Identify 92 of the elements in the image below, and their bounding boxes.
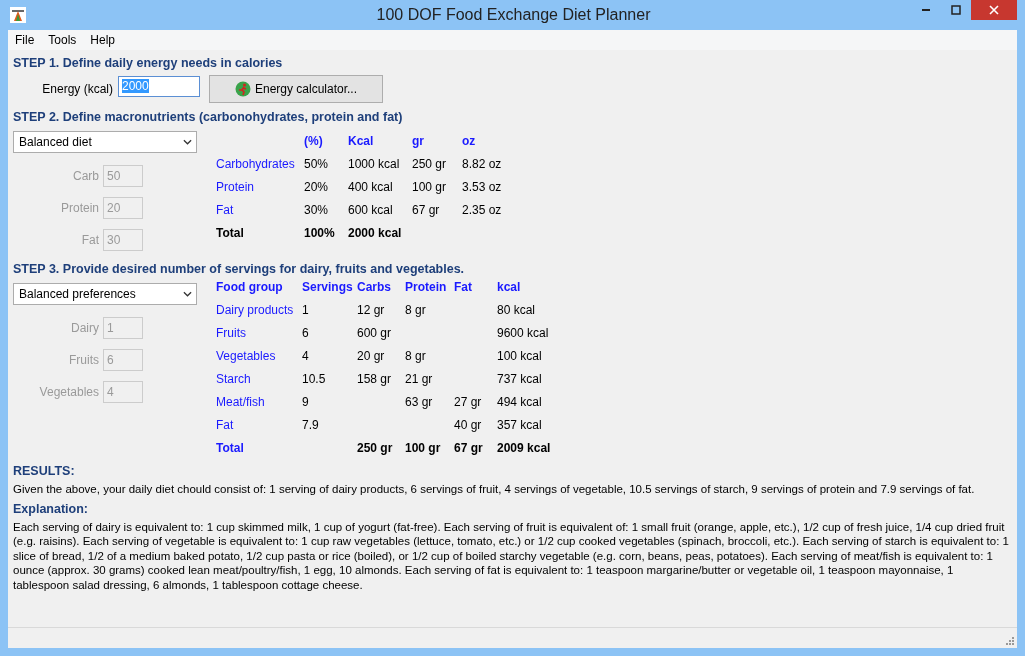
table-cell-text: Total: [216, 440, 245, 455]
menu-item[interactable]: File: [8, 33, 42, 47]
table-cell-text: 100 kcal: [497, 348, 543, 363]
column-header: oz: [462, 133, 477, 148]
column-header: gr: [412, 133, 425, 148]
chevron-down-icon: [183, 291, 192, 297]
table-cell-text: 40 gr: [454, 417, 483, 432]
field-label: Protein: [59, 201, 99, 215]
table-cell-text: Fat: [216, 417, 235, 432]
close-button[interactable]: [971, 0, 1017, 20]
close-icon: [989, 5, 999, 15]
maximize-icon: [951, 5, 961, 15]
column-header: Servings: [302, 279, 354, 294]
table-cell-text: 1: [302, 302, 310, 317]
table-cell-text: Fruits: [216, 325, 247, 340]
window-title: 100 DOF Food Exchange Diet Planner: [376, 6, 651, 24]
preferences-dropdown[interactable]: Balanced preferences: [13, 283, 197, 305]
table-cell-text: 400 kcal: [348, 179, 394, 194]
energy-calculator-button[interactable]: Energy calculator...: [209, 75, 383, 103]
column-header: kcal: [497, 279, 522, 294]
energy-input-field[interactable]: 2000: [118, 75, 200, 97]
table-cell-text: 4: [302, 348, 310, 363]
table-cell-text: 158 gr: [357, 371, 393, 386]
table-cell-text: 63 gr: [405, 394, 434, 409]
resize-grip-icon[interactable]: [1004, 635, 1014, 645]
table-cell-text: 100 gr: [405, 440, 442, 455]
column-header: Kcal: [348, 133, 375, 148]
chevron-down-icon: [183, 139, 192, 145]
menu-item[interactable]: Help: [83, 33, 123, 47]
table-cell-text: 8 gr: [405, 302, 427, 317]
column-header: (%): [304, 133, 324, 148]
table-cell-text: Protein: [216, 179, 256, 194]
section-heading: STEP 2. Define macronutrients (carbonohydrates, protein and fat): [13, 109, 404, 125]
table-cell-text: 1000 kcal: [348, 156, 401, 171]
table-cell-text: 7.9: [302, 417, 320, 432]
diet-dropdown[interactable]: Balanced diet: [13, 131, 197, 153]
table-cell-text: 10.5: [302, 371, 327, 386]
table-cell-text: 2000 kcal: [348, 225, 403, 240]
results-text: Given the above, your daily diet chould consist of: 1 serving of dairy products, 6 servings of fruit, 4 servings of vegetable, 10.5 servings of starch, 9 servings of protein and 7.9 servings of fat.: [13, 482, 976, 497]
table-cell-text: 27 gr: [454, 394, 483, 409]
table-cell-text: 67 gr: [412, 202, 441, 217]
table-cell-text: 2009 kcal: [497, 440, 552, 455]
field-label: Carb: [72, 169, 99, 183]
explanation-text: Each serving of dairy is equivalent to: 1 cup skimmed milk, 1 cup of yogurt (fat-free). Each serving of fruit is equivalent of: 1 small fruit (orange, apple, etc.), 1/2 cup of fresh juice, 1/4 cup dried fruit (e.g. raisins). Each serving of vegetable is equivalent to: 1 cup raw vegetables (lettuce, tomato, etc.) or 1/2 cup cooked vegetables (spinach, broccoli, etc.). Each serving of starch is equivalent to: 1 slice of bread, 1/2 of a medium baked potato, 1/2 cup pasta or rice (boiled), or 1/2 cup of boiled starchy vegetable (e.g. corn, beans, peas, potatoes). Each serving of meat/fish is equivalent to: 1 ounce (approx. 30 grams) cooked lean meat/poultry/fish, 1 egg, 10 almonds. Each serving of fat is equivalent to: 1 teaspoon margarine/butter or vegetable oil, 1 teaspoon mayonnaise, 1 tablespoon salad dressing, 6 almonds, 1 tablespoon cottage cheese.: [13, 519, 1010, 592]
table-cell-text: Fat: [216, 202, 235, 217]
table-cell-text: Dairy products: [216, 302, 295, 317]
table-cell-text: 494 kcal: [497, 394, 543, 409]
field-label: Fat: [80, 233, 99, 247]
field-label: Fruits: [68, 353, 99, 367]
table-cell-text: 250 gr: [357, 440, 394, 455]
app-icon: [10, 7, 26, 23]
column-header: Fat: [454, 279, 473, 294]
table-cell-text: 6: [302, 325, 310, 340]
table-cell-text: 357 kcal: [497, 417, 543, 432]
section-heading: RESULTS:: [13, 463, 76, 479]
table-cell-text: 600 kcal: [348, 202, 394, 217]
field-label: Vegetables: [38, 385, 99, 399]
table-cell-text: 600 gr: [357, 325, 393, 340]
table-cell-text: 21 gr: [405, 371, 434, 386]
table-cell-text: 737 kcal: [497, 371, 543, 386]
table-cell-text: 9: [302, 394, 310, 409]
table-cell-text: Vegetables: [216, 348, 277, 363]
table-cell-text: Starch: [216, 371, 252, 386]
menu-item[interactable]: Tools: [41, 33, 84, 47]
table-cell-text: 9600 kcal: [497, 325, 550, 340]
table-cell-text: 20 gr: [357, 348, 386, 363]
field-label: Energy (kcal): [41, 82, 113, 96]
table-cell-text: 67 gr: [454, 440, 484, 455]
section-heading: STEP 3. Provide desired number of servings for dairy, fruits and vegetables.: [13, 261, 466, 277]
field-label: Dairy: [70, 321, 99, 335]
table-cell-text: 100%: [304, 225, 336, 240]
section-heading: STEP 1. Define daily energy needs in calories: [13, 55, 284, 71]
table-cell-text: Meat/fish: [216, 394, 266, 409]
table-cell-text: 80 kcal: [497, 302, 537, 317]
table-cell-text: 8 gr: [405, 348, 427, 363]
table-cell-text: 3.53 oz: [462, 179, 503, 194]
column-header: Food group: [216, 279, 284, 294]
runner-icon: [234, 81, 251, 97]
table-cell-text: 50%: [304, 156, 330, 171]
section-heading: Explanation:: [13, 500, 89, 517]
table-cell-text: 8.82 oz: [462, 156, 503, 171]
table-cell-text: Total: [216, 225, 245, 240]
column-header: Carbs: [357, 279, 392, 294]
table-cell-text: 12 gr: [357, 302, 386, 317]
table-cell-text: 100 gr: [412, 179, 448, 194]
table-cell-text: 250 gr: [412, 156, 448, 171]
table-cell-text: Carbohydrates: [216, 156, 296, 171]
minimize-icon: [922, 9, 930, 11]
table-cell-text: 2.35 oz: [462, 202, 503, 217]
table-cell-text: 30%: [304, 202, 330, 217]
table-cell-text: 20%: [304, 179, 330, 194]
column-header: Protein: [405, 279, 448, 294]
